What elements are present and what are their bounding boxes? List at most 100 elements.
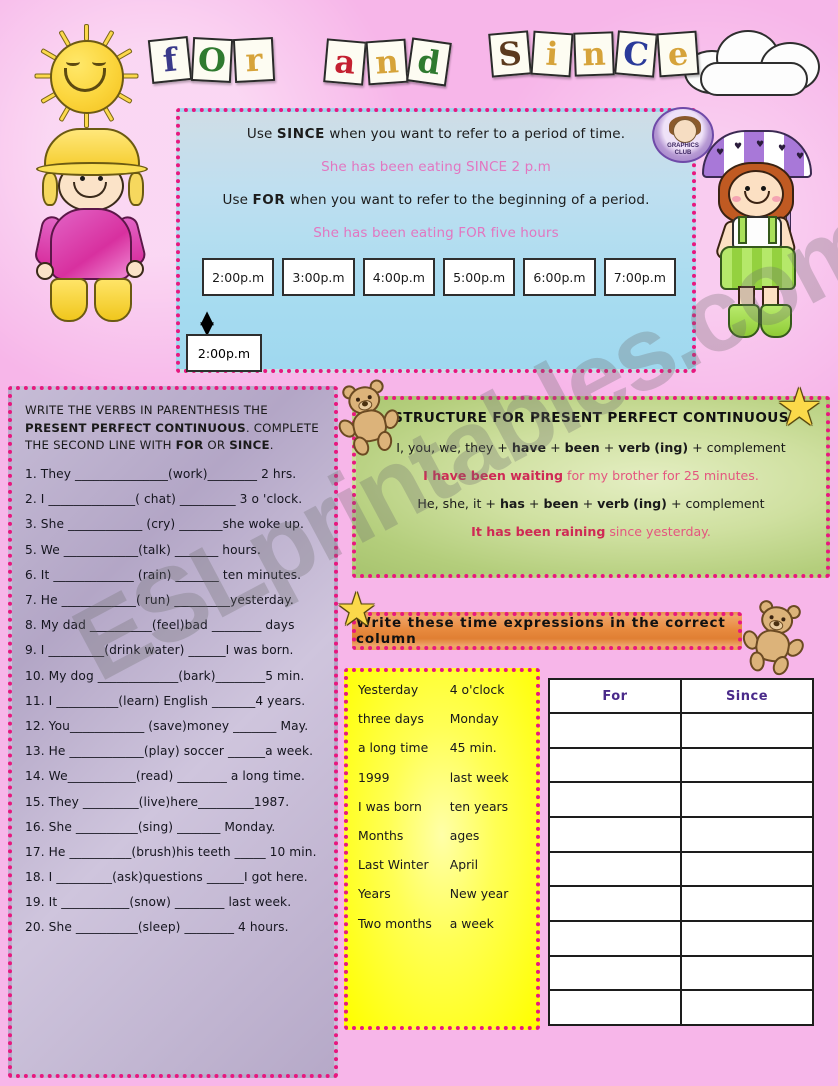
table-cell-for[interactable] [550,783,682,817]
table-row [550,887,812,923]
time-expression[interactable]: Monday [450,711,530,726]
info-rule-for-keyword: FOR [252,192,286,208]
time-box: 3:00p.m [282,258,355,296]
structure-title: STRUCTURE FOR PRESENT PERFECT CONTINUOUS [393,410,789,426]
girl-umbrella-illustration: ♥ ♥ ♥ ♥ ♥ [698,128,824,343]
structure-formula-singular: He, she, it + has + been + verb (ing) + … [370,496,812,511]
table-cell-since[interactable] [682,818,812,851]
star-icon: ★ [776,378,823,438]
table-row [550,714,812,749]
time-expression-row: Yesterday 4 o'clock [358,682,530,697]
time-expression[interactable]: three days [358,711,450,726]
title-tile: d [406,37,452,87]
title-tile: i [530,30,574,78]
exercise-item[interactable]: 5. We ____________(talk) _______ hours. [25,543,321,557]
exercise-instructions-since: SINCE [229,438,270,453]
time-box: 5:00p.m [442,258,516,296]
time-expressions-box: Yesterday 4 o'clock three days Monday a … [344,668,540,1030]
table-cell-since[interactable] [682,887,812,920]
info-example-for: She has been eating FOR five hours [313,225,559,241]
exercise-item[interactable]: 8. My dad __________(feel)bad ________ d… [25,618,321,632]
time-expression[interactable]: 1999 [358,770,450,785]
time-expression[interactable]: New year [450,886,530,901]
table-cell-for[interactable] [550,852,682,886]
table-cell-since[interactable] [682,991,812,1024]
structure-formula-singular-subject: He, she, it + [417,496,500,511]
time-box: 7:00p.m [603,258,676,296]
exercise-item[interactable]: 12. You____________ (save)money _______ … [25,719,321,733]
structure-formula-singular-ing: (ing) [633,496,667,511]
structure-example-has-rest: since yesterday. [605,524,711,539]
time-expression[interactable]: April [450,857,530,872]
graphics-club-stamp: GRAPHICS CLUB [652,107,714,163]
table-cell-since[interactable] [682,714,812,747]
time-expression[interactable]: a long time [358,740,450,755]
table-cell-for[interactable] [550,714,682,747]
table-cell-for[interactable] [550,818,682,851]
info-rule-for-pre: Use [222,192,253,208]
table-cell-for[interactable] [550,887,682,921]
time-expression[interactable]: Two months [358,916,450,931]
exercise-item[interactable]: 20. She __________(sleep) ________ 4 hou… [25,920,321,934]
exercise-item[interactable]: 17. He __________(brush)his teeth _____ … [25,845,321,859]
time-expression[interactable]: last week [450,770,530,785]
info-rule-for: Use FOR when you want to refer to the be… [196,192,676,208]
exercise-item[interactable]: 2. I ______________( chat) _________ 3 o… [25,492,321,506]
exercise-item[interactable]: 6. It _____________ (rain) _______ ten m… [25,568,321,582]
table-cell-since[interactable] [682,853,812,886]
exercise-item[interactable]: 19. It ___________(snow) ________ last w… [25,895,321,909]
title-tile: f [147,36,193,84]
table-header-row: For Since [550,680,812,714]
table-cell-for[interactable] [550,991,682,1025]
exercise-item[interactable]: 14. We___________(read) ________ a long … [25,769,321,783]
time-expression[interactable]: ten years [450,799,530,814]
time-expression[interactable]: Years [358,886,450,901]
exercise-instructions-line2: THE SECOND LINE WITH [25,438,176,453]
table-row [550,922,812,957]
double-arrow-icon: ▲ ▼ [200,307,214,339]
exercise-item[interactable]: 3. She ____________ (cry) _______she wok… [25,517,321,531]
time-expression-row: a long time 45 min. [358,740,530,755]
table-cell-for[interactable] [550,922,682,955]
table-cell-since[interactable] [682,749,812,782]
exercise-item[interactable]: 7. He ____________( run) _________yester… [25,593,321,607]
exercise-item[interactable]: 1. They _______________(work)________ 2 … [25,467,321,481]
time-expression-row: 1999 last week [358,770,530,785]
title-word-and: a n d [323,37,452,87]
exercise-item[interactable]: 10. My dog _____________(bark)________5 … [25,669,321,683]
table-cell-since[interactable] [682,922,812,955]
structure-example-have: I have been waiting for my brother for 2… [370,468,812,483]
time-expression[interactable]: ages [450,828,530,843]
structure-formula-plural-subject: I, you, we, they + [396,440,512,455]
table-row [550,991,812,1025]
exercise-item[interactable]: 18. I _________(ask)questions ______I go… [25,870,321,884]
exercise-item[interactable]: 15. They _________(live)here_________198… [25,795,321,809]
table-cell-since[interactable] [682,957,812,990]
time-expression[interactable]: Yesterday [358,682,450,697]
cloud-icon [682,22,832,100]
exercise-item[interactable]: 16. She __________(sing) _______ Monday. [25,820,321,834]
structure-formula-singular-plus1: + [524,496,544,511]
time-expression[interactable]: 4 o'clock [450,682,530,697]
structure-example-has-bold: It has been raining [471,524,606,539]
time-expression[interactable]: Last Winter [358,857,450,872]
time-box: 2:00p.m [202,258,275,296]
exercise-item[interactable]: 11. I __________(learn) English _______4… [25,694,321,708]
table-cell-since[interactable] [682,783,812,816]
exercise-item[interactable]: 13. He ____________(play) soccer ______a… [25,744,321,758]
time-expression[interactable]: I was born [358,799,450,814]
time-expression[interactable]: a week [450,916,530,931]
exercise-item[interactable]: 9. I _________(drink water) ______I was … [25,643,321,657]
structure-example-have-rest: for my brother for 25 minutes. [563,468,759,483]
title-tile: C [614,30,658,78]
time-expression[interactable]: Months [358,828,450,843]
banner-instruction-text: Write these time expressions in the corr… [356,615,726,647]
structure-formula-plural-have: have [511,440,547,455]
star-icon: ★ [336,582,378,636]
title-tile: a [323,38,367,86]
time-expression[interactable]: 45 min. [450,740,530,755]
info-rule-for-post: when you want to refer to the beginning … [285,192,650,208]
table-cell-for[interactable] [550,748,682,782]
table-cell-for[interactable] [550,956,682,990]
timeline-strip: 2:00p.m 3:00p.m 4:00p.m 5:00p.m 6:00p.m … [196,258,676,296]
